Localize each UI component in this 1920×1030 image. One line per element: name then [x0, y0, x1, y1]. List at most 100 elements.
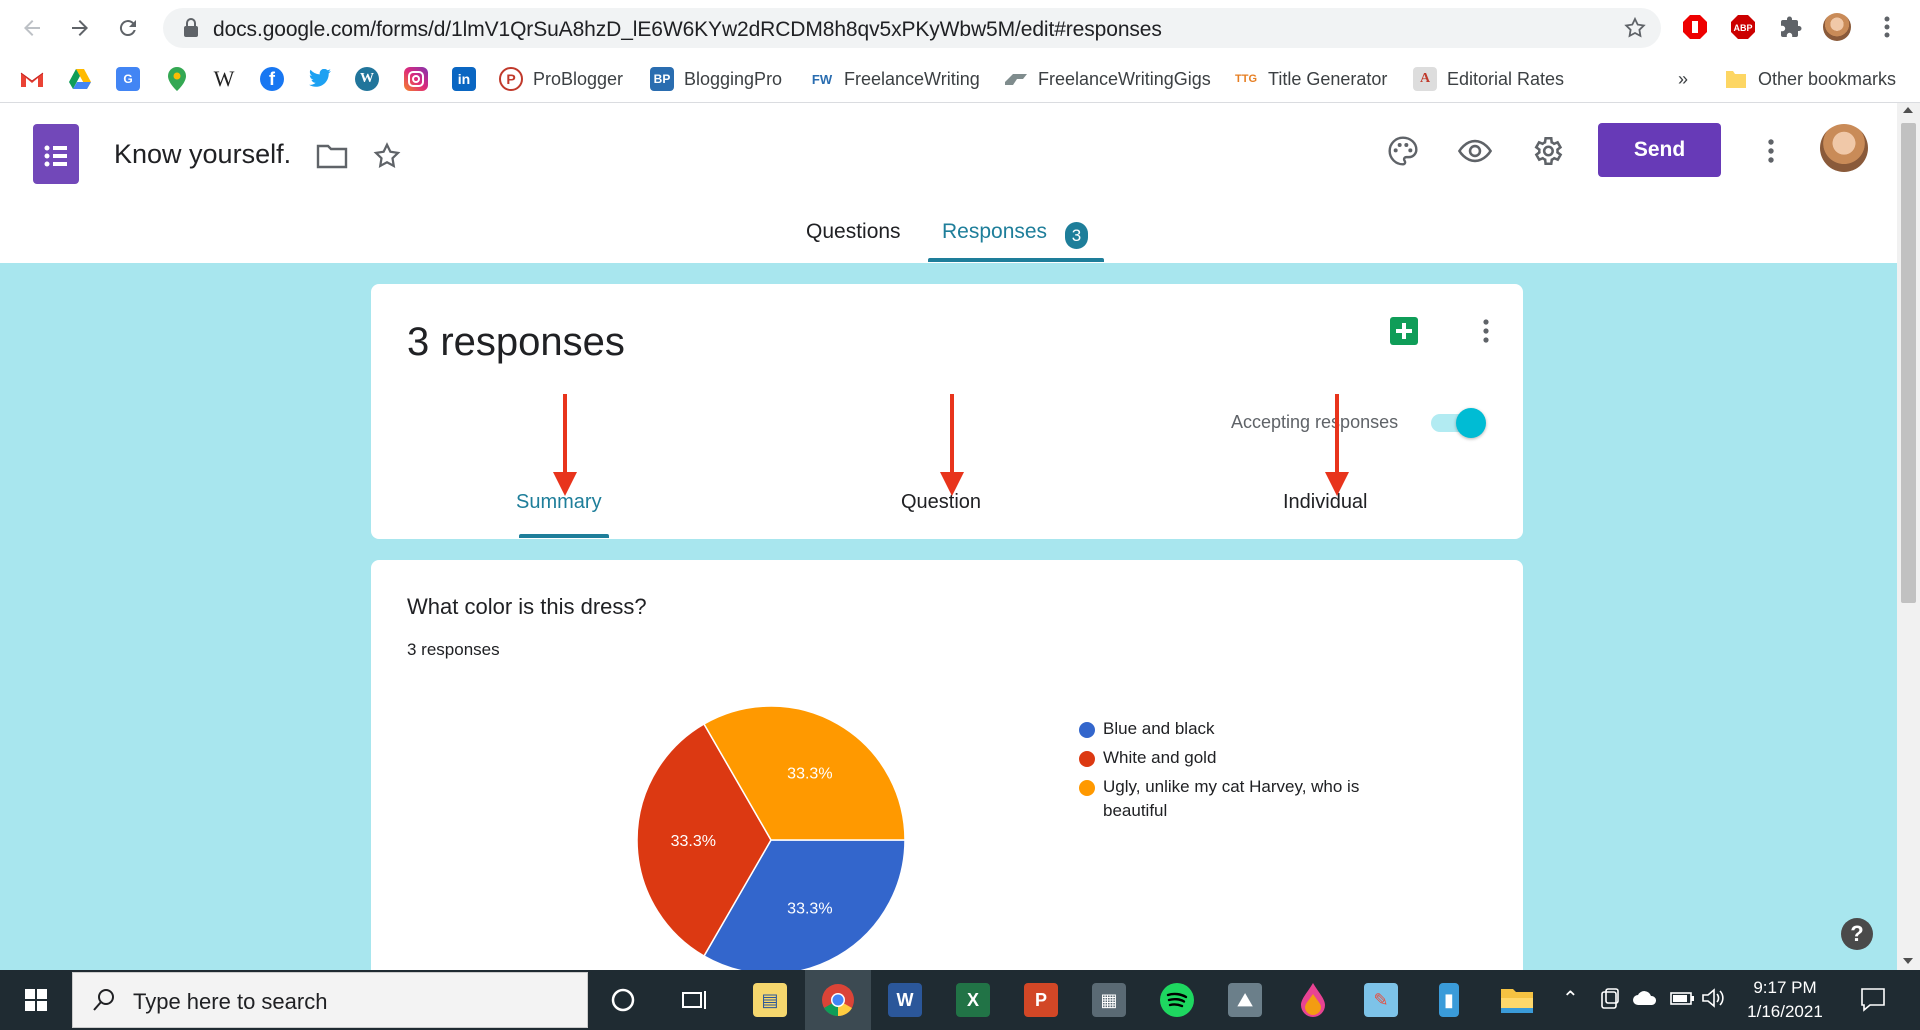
maps-app-icon[interactable]: ⛰	[1212, 970, 1278, 1030]
folder-icon	[1724, 67, 1748, 91]
legend-swatch-1	[1079, 751, 1095, 767]
bookmark-label: FreelanceWritingGigs	[1038, 68, 1211, 89]
bookmark-editorial-rates[interactable]: A Editorial Rates	[1413, 56, 1564, 102]
accepting-toggle-knob[interactable]	[1456, 408, 1486, 438]
spotify-icon[interactable]	[1144, 970, 1210, 1030]
twitter-icon	[308, 67, 332, 91]
responses-content: 3 responses Accepting responses Summary …	[0, 263, 1897, 970]
reload-icon[interactable]	[112, 12, 144, 44]
cortana-icon[interactable]	[590, 970, 656, 1030]
bookmark-wikipedia[interactable]: W	[212, 56, 246, 102]
address-bar[interactable]: docs.google.com/forms/d/1lmV1QrSuA8hzD_l…	[163, 8, 1661, 48]
bookmark-freelancewriting[interactable]: FW FreelanceWriting	[810, 56, 980, 102]
windows-start-icon[interactable]	[0, 970, 72, 1030]
bookmark-maps[interactable]	[165, 56, 199, 102]
google-forms-logo-icon[interactable]	[33, 124, 79, 184]
bookmark-wordpress[interactable]: W	[355, 56, 389, 102]
taskbar-search-box[interactable]: Type here to search	[72, 972, 588, 1028]
svg-text:ABP: ABP	[1733, 23, 1752, 33]
notifications-icon[interactable]	[1860, 986, 1886, 1017]
problogger-icon: P	[499, 67, 523, 91]
page-scrollbar[interactable]	[1897, 103, 1920, 970]
onedrive-cloud-icon[interactable]	[1632, 990, 1658, 1011]
legend-label-1: White and gold	[1103, 748, 1217, 767]
extensions-puzzle-icon[interactable]	[1776, 12, 1806, 42]
legend-item-2[interactable]: Ugly, unlike my cat Harvey, who is beauti…	[1079, 775, 1360, 823]
legend-item-0[interactable]: Blue and black	[1079, 717, 1215, 741]
bookmark-facebook[interactable]: f	[260, 56, 294, 102]
word-icon[interactable]: W	[872, 970, 938, 1030]
volume-icon[interactable]	[1702, 988, 1726, 1013]
translate-icon: G	[116, 67, 140, 91]
responses-count-badge: 3	[1065, 222, 1088, 249]
battery-icon[interactable]	[1670, 990, 1696, 1011]
more-options-icon[interactable]	[1751, 131, 1791, 171]
search-icon	[91, 987, 117, 1018]
legend-swatch-0	[1079, 722, 1095, 738]
chrome-menu-icon[interactable]	[1872, 12, 1902, 42]
scroll-down-icon[interactable]	[1903, 958, 1913, 964]
bookmark-star-icon[interactable]	[1623, 16, 1647, 45]
responses-more-icon[interactable]	[1471, 314, 1501, 348]
star-icon[interactable]	[372, 141, 402, 176]
chrome-taskbar-icon[interactable]	[805, 970, 871, 1030]
lock-icon	[183, 18, 199, 43]
bookmark-gmail[interactable]	[20, 56, 54, 102]
clock-time: 9:17 PM	[1753, 978, 1817, 997]
bookmark-label: FreelanceWriting	[844, 68, 980, 89]
move-folder-icon[interactable]	[316, 143, 348, 174]
bookmark-drive[interactable]	[68, 56, 102, 102]
file-explorer-docs-icon[interactable]: ▤	[737, 970, 803, 1030]
help-icon[interactable]: ?	[1841, 918, 1873, 950]
scroll-up-icon[interactable]	[1903, 107, 1913, 113]
tray-overflow-icon[interactable]: ⌃	[1562, 986, 1579, 1011]
bookmark-bloggingpro[interactable]: BP BloggingPro	[650, 56, 782, 102]
forward-arrow-icon[interactable]	[64, 12, 96, 44]
paint-palette-icon[interactable]: ✎	[1348, 970, 1414, 1030]
adblock-stop-icon[interactable]	[1680, 12, 1710, 42]
taskbar-clock[interactable]: 9:17 PM 1/16/2021	[1730, 976, 1840, 1024]
legend-label-2: Ugly, unlike my cat Harvey, who is	[1103, 777, 1360, 796]
form-title[interactable]: Know yourself.	[114, 139, 291, 170]
bookmark-linkedin[interactable]: in	[452, 56, 486, 102]
account-avatar[interactable]	[1820, 124, 1868, 172]
phone-app-icon[interactable]: ▮	[1416, 970, 1482, 1030]
annotation-arrow-summary	[553, 394, 577, 496]
settings-gear-icon[interactable]	[1527, 131, 1567, 171]
sheets-icon[interactable]	[1390, 317, 1418, 345]
abp-icon[interactable]: ABP	[1728, 12, 1758, 42]
bookmark-label: Title Generator	[1268, 68, 1388, 89]
bookmark-freelancewritinggigs[interactable]: FreelanceWritingGigs	[1004, 56, 1211, 102]
palette-icon[interactable]	[1383, 131, 1423, 171]
task-view-icon[interactable]	[662, 970, 728, 1030]
powerpoint-icon[interactable]: P	[1008, 970, 1074, 1030]
excel-icon[interactable]: X	[940, 970, 1006, 1030]
bookmark-problogger[interactable]: P ProBlogger	[499, 56, 623, 102]
send-button[interactable]: Send	[1598, 123, 1721, 177]
file-explorer-icon[interactable]	[1484, 970, 1550, 1030]
tray-device-icon[interactable]	[1600, 988, 1620, 1015]
preview-eye-icon[interactable]	[1455, 131, 1495, 171]
scroll-thumb[interactable]	[1901, 123, 1916, 603]
drive-icon	[68, 67, 92, 91]
facebook-icon: f	[260, 67, 284, 91]
tab-responses[interactable]: Responses	[942, 220, 1047, 244]
pie-chart: 33.3% 33.3% 33.3%	[636, 705, 906, 970]
annotation-arrow-question	[940, 394, 964, 496]
bookmark-translate[interactable]: G	[116, 56, 150, 102]
active-subtab-indicator	[519, 534, 609, 538]
taskbar-search-placeholder: Type here to search	[133, 989, 328, 1014]
legend-item-1[interactable]: White and gold	[1079, 746, 1217, 770]
tab-questions[interactable]: Questions	[806, 220, 901, 244]
bookmark-twitter[interactable]	[308, 56, 342, 102]
bookmark-instagram[interactable]	[404, 56, 438, 102]
browser-toolbar: docs.google.com/forms/d/1lmV1QrSuA8hzD_l…	[0, 0, 1920, 56]
back-arrow-icon[interactable]	[16, 12, 48, 44]
profile-avatar-icon[interactable]	[1822, 12, 1852, 42]
bookmark-title-generator[interactable]: TTG Title Generator	[1234, 56, 1387, 102]
calculator-icon[interactable]: ▦	[1076, 970, 1142, 1030]
paint-drop-icon[interactable]	[1280, 970, 1346, 1030]
other-bookmarks[interactable]: Other bookmarks	[1724, 56, 1896, 102]
bookmarks-overflow-button[interactable]: »	[1678, 56, 1688, 102]
legend-swatch-2	[1079, 780, 1095, 796]
